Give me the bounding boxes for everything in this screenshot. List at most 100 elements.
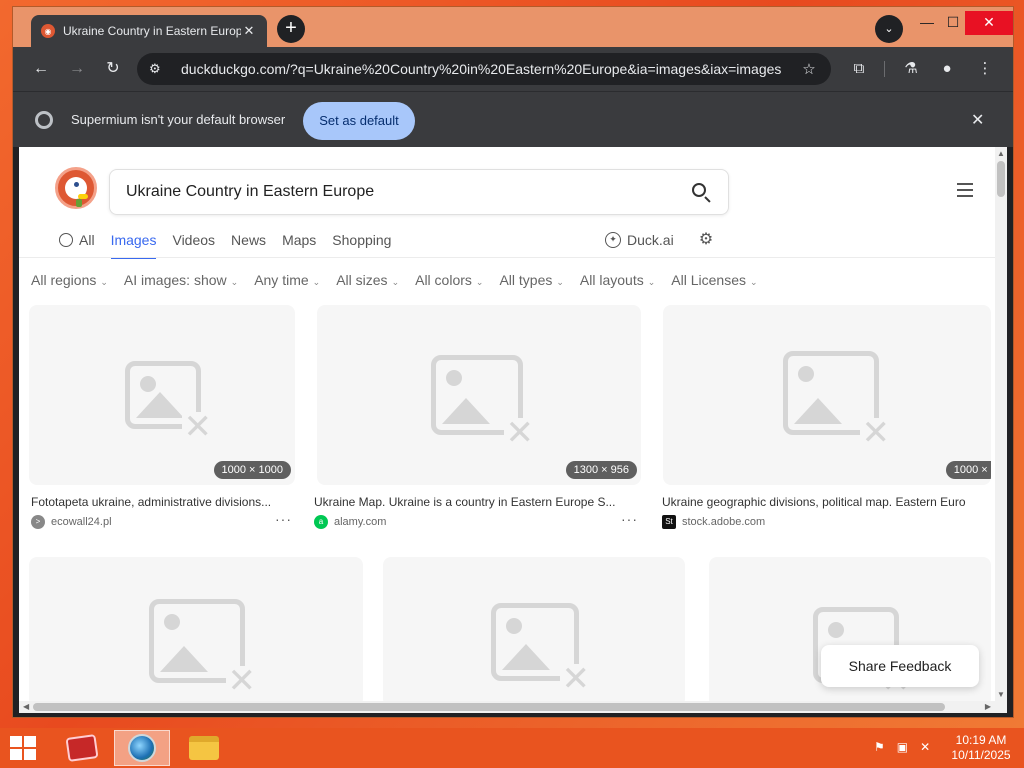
share-feedback-button[interactable]: Share Feedback bbox=[821, 645, 979, 687]
chevron-down-icon: ⌄ bbox=[475, 277, 484, 287]
volume-muted-icon[interactable]: ✕ bbox=[920, 740, 930, 754]
browser-tab-active[interactable]: ◉ Ukraine Country in Eastern Europe ✕ bbox=[31, 15, 267, 47]
duck-ai-icon: ✦ bbox=[605, 232, 621, 248]
toolbar-divider bbox=[884, 61, 885, 77]
action-center-flag-icon[interactable]: ⚑ bbox=[874, 740, 885, 754]
close-window-button[interactable]: ✕ bbox=[965, 11, 1013, 35]
minimize-button[interactable]: — bbox=[913, 11, 941, 35]
profile-avatar-icon[interactable]: ● bbox=[935, 57, 959, 81]
duck-tie bbox=[76, 199, 82, 207]
duckduckgo-favicon-icon: ◉ bbox=[41, 24, 55, 38]
url-text[interactable]: duckduckgo.com/?q=Ukraine%20Country%20in… bbox=[181, 61, 799, 77]
filter-time[interactable]: Any time ⌄ bbox=[254, 272, 320, 288]
new-tab-button[interactable]: + bbox=[277, 15, 305, 43]
tab-strip: ◉ Ukraine Country in Eastern Europe ✕ + … bbox=[13, 7, 1013, 47]
result-source[interactable]: > ecowall24.pl bbox=[31, 515, 112, 529]
filter-sizes[interactable]: All sizes ⌄ bbox=[336, 272, 399, 288]
tab-videos[interactable]: Videos bbox=[172, 225, 215, 259]
filter-ai-images[interactable]: AI images: show ⌄ bbox=[124, 272, 238, 288]
filter-colors[interactable]: All colors ⌄ bbox=[415, 272, 483, 288]
taskbar-clock[interactable]: 10:19 AM 10/11/2025 bbox=[948, 733, 1014, 763]
browser-app-icon bbox=[128, 734, 156, 762]
broken-image-icon: ✕ bbox=[783, 351, 892, 450]
close-tab-icon[interactable]: ✕ bbox=[241, 23, 257, 39]
system-tray: ⚑ ▣ ✕ bbox=[874, 740, 942, 754]
taskbar-app-explorer[interactable] bbox=[176, 730, 232, 766]
search-icon[interactable] bbox=[690, 181, 712, 203]
result-title[interactable]: Ukraine Map. Ukraine is a country in Eas… bbox=[314, 495, 644, 509]
tab-shopping[interactable]: Shopping bbox=[332, 225, 391, 259]
filter-layouts[interactable]: All layouts ⌄ bbox=[580, 272, 655, 288]
more-options-icon[interactable]: ··· bbox=[275, 511, 292, 527]
filter-regions[interactable]: All regions ⌄ bbox=[31, 272, 108, 288]
image-result-thumbnail[interactable]: ✕ bbox=[29, 557, 363, 707]
taskbar-app-browser[interactable] bbox=[114, 730, 170, 766]
windows-start-icon[interactable] bbox=[10, 736, 36, 760]
duck-ai-link[interactable]: ✦ Duck.ai bbox=[605, 225, 674, 259]
source-favicon-icon: a bbox=[314, 515, 328, 529]
image-result-thumbnail[interactable]: ✕ 1300 × 956 bbox=[317, 305, 641, 485]
filter-licenses[interactable]: All Licenses ⌄ bbox=[671, 272, 757, 288]
search-type-tabs: All Images Videos News Maps Shopping bbox=[59, 225, 407, 259]
tab-maps[interactable]: Maps bbox=[282, 225, 316, 259]
browser-logo-icon bbox=[35, 111, 53, 129]
scrollbar-thumb[interactable] bbox=[997, 161, 1005, 197]
taskbar-app-security[interactable] bbox=[54, 730, 110, 766]
address-bar[interactable]: ⚙ duckduckgo.com/?q=Ukraine%20Country%20… bbox=[137, 53, 831, 85]
tab-all[interactable]: All bbox=[59, 225, 95, 259]
result-source[interactable]: a alamy.com bbox=[314, 515, 386, 529]
hamburger-menu-icon[interactable] bbox=[957, 183, 973, 197]
filter-types[interactable]: All types ⌄ bbox=[499, 272, 563, 288]
duckduckgo-logo[interactable] bbox=[55, 167, 97, 209]
source-favicon-icon: > bbox=[31, 515, 45, 529]
maximize-button[interactable]: ☐ bbox=[939, 11, 967, 35]
chevron-down-icon: ⌄ bbox=[647, 277, 656, 287]
source-favicon-icon: St bbox=[662, 515, 676, 529]
image-result-thumbnail[interactable]: ✕ bbox=[383, 557, 685, 707]
browser-toolbar: ← → ↻ ⚙ duckduckgo.com/?q=Ukraine%20Coun… bbox=[13, 47, 1013, 91]
forward-arrow-icon[interactable]: → bbox=[65, 57, 89, 81]
set-as-default-button[interactable]: Set as default bbox=[303, 102, 415, 140]
close-infobar-icon[interactable]: ✕ bbox=[971, 110, 984, 130]
broken-image-icon: ✕ bbox=[125, 361, 214, 444]
chevron-down-icon: ⌄ bbox=[230, 277, 239, 287]
reload-icon[interactable]: ↻ bbox=[101, 57, 125, 81]
labs-flask-icon[interactable]: ⚗ bbox=[899, 57, 923, 81]
tab-images[interactable]: Images bbox=[110, 225, 157, 259]
image-result-thumbnail[interactable]: ✕ 1000 × 69 bbox=[663, 305, 991, 485]
chevron-down-icon: ⌄ bbox=[100, 277, 108, 287]
folder-icon bbox=[189, 736, 219, 760]
filter-bar: All regions ⌄ AI images: show ⌄ Any time ⌄ … bbox=[31, 272, 774, 288]
kebab-menu-icon[interactable]: ⋮ bbox=[973, 57, 997, 81]
tab-title: Ukraine Country in Eastern Europe bbox=[63, 24, 241, 38]
horizontal-scrollbar[interactable]: ◀ ▶ bbox=[19, 701, 995, 713]
result-title[interactable]: Ukraine geographic divisions, political … bbox=[662, 495, 990, 509]
tab-news[interactable]: News bbox=[231, 225, 266, 259]
clock-date: 10/11/2025 bbox=[951, 748, 1011, 762]
site-info-icon[interactable]: ⚙ bbox=[149, 61, 169, 77]
tab-all-label: All bbox=[79, 232, 95, 248]
tab-search-button[interactable]: ⌄ bbox=[875, 15, 903, 43]
back-arrow-icon[interactable]: ← bbox=[29, 57, 53, 81]
extensions-puzzle-icon[interactable]: ⧉ bbox=[847, 57, 871, 81]
broken-image-icon: ✕ bbox=[431, 355, 536, 450]
scrollbar-thumb[interactable] bbox=[33, 703, 945, 711]
broken-image-icon: ✕ bbox=[491, 603, 592, 696]
network-icon[interactable]: ▣ bbox=[897, 740, 908, 754]
more-options-icon[interactable]: ··· bbox=[621, 511, 638, 527]
search-input[interactable] bbox=[126, 183, 690, 201]
vertical-scrollbar[interactable]: ▲ ▼ bbox=[995, 147, 1007, 713]
clock-time: 10:19 AM bbox=[955, 733, 1007, 747]
taskbar: ⚑ ▣ ✕ 10:19 AM 10/11/2025 bbox=[0, 728, 1024, 768]
default-browser-infobar: Supermium isn't your default browser Set… bbox=[13, 91, 1013, 147]
bookmark-star-icon[interactable]: ☆ bbox=[799, 60, 819, 78]
tabs-divider bbox=[19, 257, 1007, 258]
settings-gear-icon[interactable]: ⚙ bbox=[697, 231, 715, 249]
page-viewport: All Images Videos News Maps Shopping ✦ D… bbox=[19, 147, 1007, 713]
dimensions-badge: 1000 × 1000 bbox=[213, 461, 291, 479]
chevron-down-icon: ⌄ bbox=[556, 277, 564, 287]
result-title[interactable]: Fototapeta ukraine, administrative divis… bbox=[31, 495, 297, 509]
result-source[interactable]: St stock.adobe.com bbox=[662, 515, 765, 529]
image-result-thumbnail[interactable]: ✕ 1000 × 1000 bbox=[29, 305, 295, 485]
dimensions-badge: 1000 × 69 bbox=[945, 461, 991, 479]
